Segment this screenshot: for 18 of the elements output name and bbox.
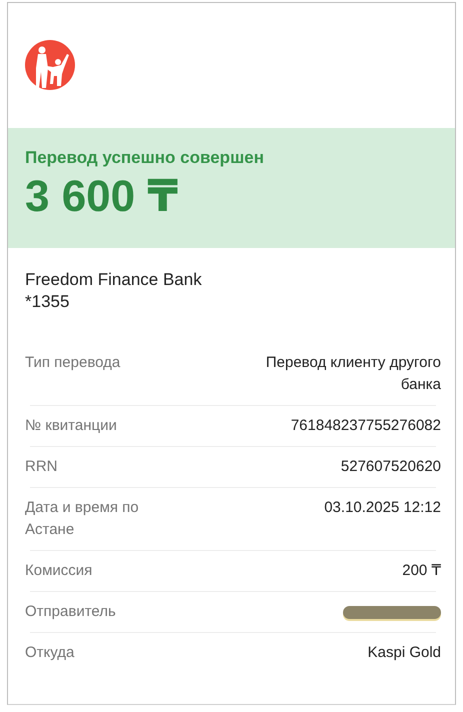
detail-value: 527607520620	[340, 457, 441, 477]
logo-icon	[25, 40, 75, 90]
detail-label: Отправитель	[25, 602, 116, 622]
amount-text: 3 600 ₸	[25, 172, 179, 222]
detail-value: 761848237755276082	[290, 416, 441, 436]
detail-label: Тип перевода	[25, 353, 120, 373]
detail-label: Откуда	[25, 643, 74, 663]
bank-name: Freedom Finance Bank	[25, 269, 203, 291]
detail-label: № квитанции	[25, 416, 117, 436]
detail-label: RRN	[25, 457, 58, 477]
detail-value: Kaspi Gold	[368, 643, 441, 663]
detail-value: 200 ₸	[402, 561, 441, 581]
account-number: *1355	[25, 291, 70, 313]
detail-value: Перевод клиенту другого банка	[264, 353, 441, 395]
status-text: Перевод успешно совершен	[25, 147, 265, 169]
detail-label: Дата и время по Астане	[25, 498, 140, 540]
detail-value: 03.10.2025 12:12	[324, 498, 441, 518]
detail-label: Комиссия	[25, 561, 92, 581]
